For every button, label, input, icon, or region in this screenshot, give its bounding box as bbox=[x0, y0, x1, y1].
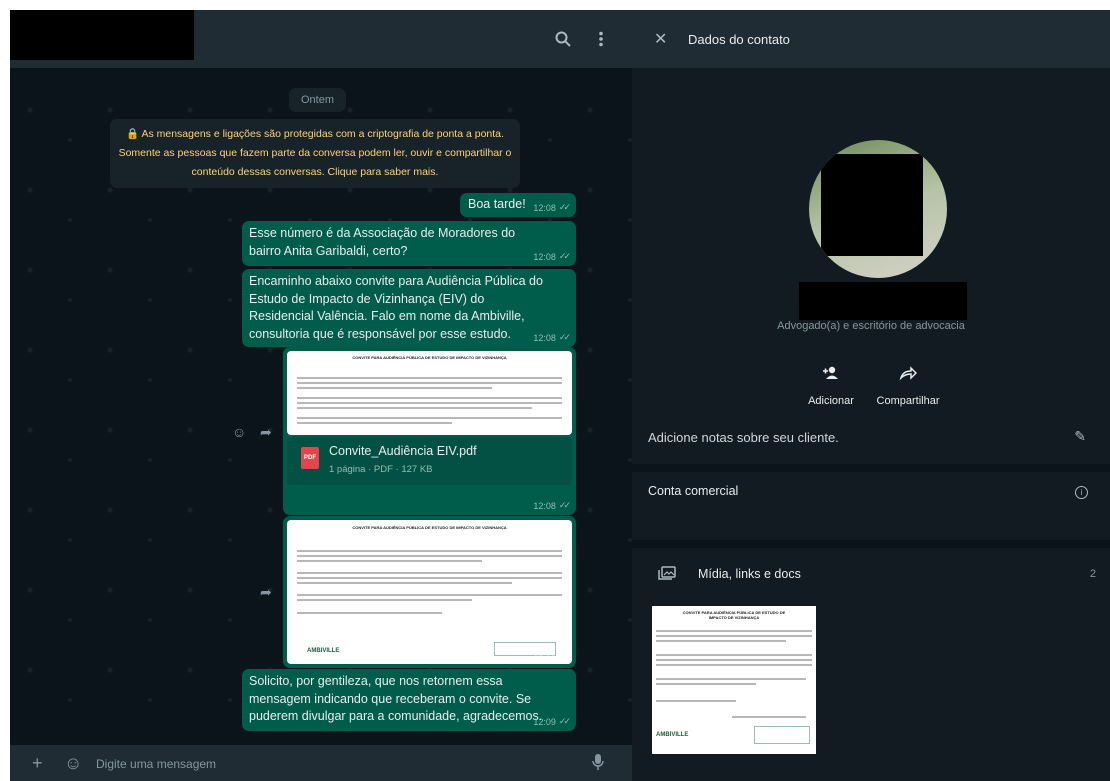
read-ticks-icon: ✓✓ bbox=[558, 716, 571, 726]
message-time: 12:09 bbox=[533, 716, 556, 727]
contact-info-pane: ✕ Dados do contato Advogado(a) e escritó… bbox=[632, 10, 1110, 781]
read-ticks-icon: ✓✓ bbox=[558, 202, 571, 212]
message-time: 12:08 bbox=[533, 332, 556, 343]
encryption-notice[interactable]: 🔒 As mensagens e ligações são protegidas… bbox=[110, 119, 520, 188]
media-thumbnail-title: CONVITE PARA AUDIÊNCIA PÚBLICA DE ESTUDO… bbox=[682, 610, 786, 620]
microphone-icon[interactable] bbox=[592, 753, 604, 775]
message-time: 12:09 bbox=[533, 653, 556, 664]
message-text: Encaminho abaixo convite para Audiência … bbox=[249, 274, 543, 341]
read-ticks-icon: ✓✓ bbox=[558, 653, 571, 663]
read-ticks-icon: ✓✓ bbox=[558, 500, 571, 510]
message-text: Esse número é da Associação de Moradores… bbox=[249, 226, 516, 258]
message-time: 12:08 bbox=[533, 202, 556, 213]
file-name: Convite_Audiência EIV.pdf bbox=[329, 444, 477, 458]
message-bubble[interactable]: Solicito, por gentileza, que nos retorne… bbox=[242, 669, 576, 731]
document-preview-title: CONVITE PARA AUDIÊNCIA PÚBLICA DE ESTUDO… bbox=[352, 355, 507, 360]
contact-info-title: Dados do contato bbox=[688, 32, 790, 47]
message-composer: + ☺ Digite uma mensagem bbox=[10, 745, 632, 781]
close-icon[interactable]: ✕ bbox=[654, 29, 667, 49]
message-text: Boa tarde! bbox=[468, 197, 526, 211]
sticker-icon[interactable]: ☺ bbox=[64, 753, 82, 773]
info-icon[interactable]: i bbox=[1075, 486, 1088, 499]
whatsapp-app: Ontem 🔒 As mensagens e ligações são prot… bbox=[10, 10, 1110, 781]
redacted-contact-name bbox=[10, 10, 194, 60]
image-message[interactable]: CONVITE PARA AUDIÊNCIA PÚBLICA DE ESTUDO… bbox=[283, 516, 576, 668]
pdf-file-icon: PDF bbox=[301, 447, 319, 469]
forward-icon[interactable]: ➦ bbox=[260, 584, 272, 601]
contact-info-header: ✕ Dados do contato bbox=[632, 10, 1110, 68]
add-contact-label: Adicionar bbox=[808, 395, 854, 407]
partner-logos bbox=[754, 726, 810, 744]
media-links-docs-label[interactable]: Mídia, links e docs bbox=[698, 567, 801, 581]
share-button[interactable]: Compartilhar bbox=[858, 365, 958, 407]
media-count: 2 bbox=[1089, 568, 1096, 580]
document-message[interactable]: CONVITE PARA AUDIÊNCIA PÚBLICA DE ESTUDO… bbox=[283, 347, 576, 515]
ambiville-logo: AMBIVILLE bbox=[656, 732, 689, 738]
message-bubble[interactable]: Esse número é da Associação de Moradores… bbox=[242, 221, 576, 266]
share-label: Compartilhar bbox=[876, 395, 940, 407]
ambiville-logo: AMBIVILLE bbox=[307, 648, 340, 654]
forward-icon[interactable]: ➦ bbox=[260, 424, 272, 441]
file-info-bar[interactable]: PDF Convite_Audiência EIV.pdf 1 página ·… bbox=[287, 437, 572, 485]
contact-role: Advogado(a) e escritório de advocacia bbox=[777, 320, 965, 332]
file-meta: 1 página · PDF · 127 KB bbox=[329, 464, 433, 475]
attach-plus-icon[interactable]: + bbox=[32, 753, 43, 773]
pencil-icon[interactable]: ✎ bbox=[1074, 428, 1086, 445]
message-bubble[interactable]: Encaminho abaixo convite para Audiência … bbox=[242, 269, 576, 347]
message-time: 12:08 bbox=[533, 251, 556, 262]
date-pill: Ontem bbox=[289, 88, 347, 112]
notes-input[interactable]: Adicione notas sobre seu cliente. bbox=[648, 430, 839, 445]
redacted-avatar bbox=[821, 154, 923, 256]
section-divider bbox=[632, 464, 1110, 472]
chat-pane: Ontem 🔒 As mensagens e ligações são prot… bbox=[10, 10, 632, 781]
section-divider bbox=[632, 540, 1110, 548]
business-account-label: Conta comercial bbox=[648, 484, 739, 498]
read-ticks-icon: ✓✓ bbox=[558, 332, 571, 342]
message-text: Solicito, por gentileza, que nos retorne… bbox=[249, 674, 543, 723]
message-time: 12:08 bbox=[533, 500, 556, 511]
menu-icon[interactable] bbox=[590, 28, 612, 50]
message-input[interactable]: Digite uma mensagem bbox=[96, 757, 216, 771]
document-preview[interactable]: CONVITE PARA AUDIÊNCIA PÚBLICA DE ESTUDO… bbox=[287, 351, 572, 435]
gallery-icon bbox=[658, 566, 676, 583]
media-thumbnail[interactable]: CONVITE PARA AUDIÊNCIA PÚBLICA DE ESTUDO… bbox=[652, 606, 816, 754]
share-icon bbox=[858, 365, 958, 385]
read-ticks-icon: ✓✓ bbox=[558, 251, 571, 261]
emoji-react-icon[interactable]: ☺ bbox=[232, 424, 246, 440]
image-preview[interactable]: CONVITE PARA AUDIÊNCIA PÚBLICA DE ESTUDO… bbox=[287, 520, 572, 664]
image-preview-title: CONVITE PARA AUDIÊNCIA PÚBLICA DE ESTUDO… bbox=[352, 525, 507, 530]
chat-header[interactable] bbox=[10, 10, 632, 68]
contact-avatar[interactable] bbox=[809, 140, 947, 278]
search-icon[interactable] bbox=[552, 28, 574, 50]
redacted-contact-name bbox=[799, 282, 967, 320]
message-bubble[interactable]: Boa tarde! 12:08 ✓✓ bbox=[460, 193, 576, 217]
